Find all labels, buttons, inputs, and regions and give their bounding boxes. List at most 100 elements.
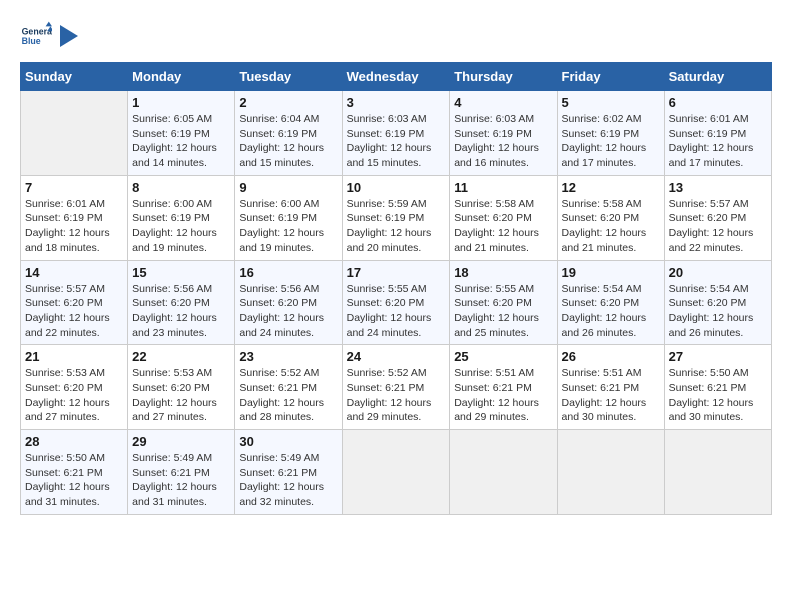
calendar-cell: 12 Sunrise: 5:58 AM Sunset: 6:20 PM Dayli… bbox=[557, 175, 664, 260]
day-number: 30 bbox=[239, 434, 337, 449]
calendar-cell: 25Sunrise: 5:51 AM Sunset: 6:21 PM Dayli… bbox=[450, 345, 557, 430]
calendar-week-row: 14 Sunrise: 5:57 AM Sunset: 6:20 PM Dayli… bbox=[21, 260, 772, 345]
calendar-cell bbox=[342, 430, 450, 515]
calendar-cell: 23 Sunrise: 5:52 AM Sunset: 6:21 PM Dayli… bbox=[235, 345, 342, 430]
day-info: Sunrise: 5:51 AM Sunset: 6:21 PM Dayligh… bbox=[562, 366, 660, 425]
calendar-cell: 19 Sunrise: 5:54 AM Sunset: 6:20 PM Dayli… bbox=[557, 260, 664, 345]
day-number: 2 bbox=[239, 95, 337, 110]
calendar-cell: 5 Sunrise: 6:02 AM Sunset: 6:19 PM Daylig… bbox=[557, 91, 664, 176]
day-info: Sunrise: 5:57 AM Sunset: 6:20 PM Dayligh… bbox=[25, 282, 123, 341]
calendar-week-row: 1Sunrise: 6:05 AM Sunset: 6:19 PM Daylig… bbox=[21, 91, 772, 176]
day-number: 17 bbox=[347, 265, 446, 280]
day-number: 15 bbox=[132, 265, 230, 280]
day-info: Sunrise: 5:52 AM Sunset: 6:21 PM Dayligh… bbox=[239, 366, 337, 425]
day-number: 13 bbox=[669, 180, 767, 195]
calendar-cell: 4Sunrise: 6:03 AM Sunset: 6:19 PM Daylig… bbox=[450, 91, 557, 176]
calendar-cell: 20 Sunrise: 5:54 AM Sunset: 6:20 PM Dayli… bbox=[664, 260, 771, 345]
weekday-header-monday: Monday bbox=[128, 63, 235, 91]
calendar-cell: 13 Sunrise: 5:57 AM Sunset: 6:20 PM Dayli… bbox=[664, 175, 771, 260]
day-info: Sunrise: 5:51 AM Sunset: 6:21 PM Dayligh… bbox=[454, 366, 552, 425]
day-info: Sunrise: 6:03 AM Sunset: 6:19 PM Dayligh… bbox=[347, 112, 446, 171]
day-number: 23 bbox=[239, 349, 337, 364]
weekday-header-sunday: Sunday bbox=[21, 63, 128, 91]
calendar-cell: 28 Sunrise: 5:50 AM Sunset: 6:21 PM Dayli… bbox=[21, 430, 128, 515]
calendar-cell: 6 Sunrise: 6:01 AM Sunset: 6:19 PM Daylig… bbox=[664, 91, 771, 176]
calendar-cell: 18 Sunrise: 5:55 AM Sunset: 6:20 PM Dayli… bbox=[450, 260, 557, 345]
day-number: 19 bbox=[562, 265, 660, 280]
day-number: 12 bbox=[562, 180, 660, 195]
day-number: 9 bbox=[239, 180, 337, 195]
day-number: 24 bbox=[347, 349, 446, 364]
day-info: Sunrise: 5:59 AM Sunset: 6:19 PM Dayligh… bbox=[347, 197, 446, 256]
day-number: 22 bbox=[132, 349, 230, 364]
logo-icon: General Blue bbox=[20, 20, 52, 52]
calendar-header-row: SundayMondayTuesdayWednesdayThursdayFrid… bbox=[21, 63, 772, 91]
day-number: 21 bbox=[25, 349, 123, 364]
day-info: Sunrise: 6:03 AM Sunset: 6:19 PM Dayligh… bbox=[454, 112, 552, 171]
calendar-cell bbox=[450, 430, 557, 515]
calendar-week-row: 28 Sunrise: 5:50 AM Sunset: 6:21 PM Dayli… bbox=[21, 430, 772, 515]
calendar-cell: 14 Sunrise: 5:57 AM Sunset: 6:20 PM Dayli… bbox=[21, 260, 128, 345]
day-info: Sunrise: 5:54 AM Sunset: 6:20 PM Dayligh… bbox=[669, 282, 767, 341]
day-number: 27 bbox=[669, 349, 767, 364]
day-info: Sunrise: 5:55 AM Sunset: 6:20 PM Dayligh… bbox=[347, 282, 446, 341]
day-number: 7 bbox=[25, 180, 123, 195]
weekday-header-thursday: Thursday bbox=[450, 63, 557, 91]
calendar-cell: 26 Sunrise: 5:51 AM Sunset: 6:21 PM Dayli… bbox=[557, 345, 664, 430]
day-info: Sunrise: 5:52 AM Sunset: 6:21 PM Dayligh… bbox=[347, 366, 446, 425]
day-info: Sunrise: 6:02 AM Sunset: 6:19 PM Dayligh… bbox=[562, 112, 660, 171]
day-info: Sunrise: 5:57 AM Sunset: 6:20 PM Dayligh… bbox=[669, 197, 767, 256]
day-info: Sunrise: 5:56 AM Sunset: 6:20 PM Dayligh… bbox=[132, 282, 230, 341]
calendar-cell: 7 Sunrise: 6:01 AM Sunset: 6:19 PM Daylig… bbox=[21, 175, 128, 260]
day-info: Sunrise: 6:01 AM Sunset: 6:19 PM Dayligh… bbox=[669, 112, 767, 171]
day-number: 26 bbox=[562, 349, 660, 364]
weekday-header-tuesday: Tuesday bbox=[235, 63, 342, 91]
calendar-cell bbox=[664, 430, 771, 515]
svg-text:Blue: Blue bbox=[22, 36, 41, 46]
day-number: 28 bbox=[25, 434, 123, 449]
day-info: Sunrise: 5:50 AM Sunset: 6:21 PM Dayligh… bbox=[669, 366, 767, 425]
day-number: 8 bbox=[132, 180, 230, 195]
day-number: 16 bbox=[239, 265, 337, 280]
weekday-header-saturday: Saturday bbox=[664, 63, 771, 91]
calendar-cell: 30 Sunrise: 5:49 AM Sunset: 6:21 PM Dayli… bbox=[235, 430, 342, 515]
day-number: 29 bbox=[132, 434, 230, 449]
logo: General Blue bbox=[20, 20, 78, 52]
day-info: Sunrise: 5:49 AM Sunset: 6:21 PM Dayligh… bbox=[239, 451, 337, 510]
calendar-table: SundayMondayTuesdayWednesdayThursdayFrid… bbox=[20, 62, 772, 515]
day-info: Sunrise: 5:54 AM Sunset: 6:20 PM Dayligh… bbox=[562, 282, 660, 341]
day-info: Sunrise: 6:00 AM Sunset: 6:19 PM Dayligh… bbox=[239, 197, 337, 256]
calendar-body: 1Sunrise: 6:05 AM Sunset: 6:19 PM Daylig… bbox=[21, 91, 772, 515]
day-info: Sunrise: 5:53 AM Sunset: 6:20 PM Dayligh… bbox=[25, 366, 123, 425]
calendar-cell: 24 Sunrise: 5:52 AM Sunset: 6:21 PM Dayli… bbox=[342, 345, 450, 430]
day-info: Sunrise: 6:01 AM Sunset: 6:19 PM Dayligh… bbox=[25, 197, 123, 256]
day-number: 10 bbox=[347, 180, 446, 195]
calendar-cell: 10 Sunrise: 5:59 AM Sunset: 6:19 PM Dayli… bbox=[342, 175, 450, 260]
day-number: 18 bbox=[454, 265, 552, 280]
calendar-cell: 11Sunrise: 5:58 AM Sunset: 6:20 PM Dayli… bbox=[450, 175, 557, 260]
day-info: Sunrise: 5:53 AM Sunset: 6:20 PM Dayligh… bbox=[132, 366, 230, 425]
weekday-header-wednesday: Wednesday bbox=[342, 63, 450, 91]
calendar-cell bbox=[557, 430, 664, 515]
calendar-week-row: 7 Sunrise: 6:01 AM Sunset: 6:19 PM Daylig… bbox=[21, 175, 772, 260]
day-info: Sunrise: 5:58 AM Sunset: 6:20 PM Dayligh… bbox=[562, 197, 660, 256]
day-number: 14 bbox=[25, 265, 123, 280]
day-number: 3 bbox=[347, 95, 446, 110]
calendar-cell: 16Sunrise: 5:56 AM Sunset: 6:20 PM Dayli… bbox=[235, 260, 342, 345]
calendar-cell: 27 Sunrise: 5:50 AM Sunset: 6:21 PM Dayli… bbox=[664, 345, 771, 430]
calendar-cell: 29Sunrise: 5:49 AM Sunset: 6:21 PM Dayli… bbox=[128, 430, 235, 515]
svg-text:General: General bbox=[22, 26, 52, 36]
calendar-cell bbox=[21, 91, 128, 176]
day-info: Sunrise: 5:50 AM Sunset: 6:21 PM Dayligh… bbox=[25, 451, 123, 510]
calendar-cell: 9 Sunrise: 6:00 AM Sunset: 6:19 PM Daylig… bbox=[235, 175, 342, 260]
day-number: 6 bbox=[669, 95, 767, 110]
day-number: 20 bbox=[669, 265, 767, 280]
day-info: Sunrise: 6:04 AM Sunset: 6:19 PM Dayligh… bbox=[239, 112, 337, 171]
calendar-cell: 21 Sunrise: 5:53 AM Sunset: 6:20 PM Dayli… bbox=[21, 345, 128, 430]
logo-arrow-icon bbox=[60, 25, 78, 47]
calendar-cell: 1Sunrise: 6:05 AM Sunset: 6:19 PM Daylig… bbox=[128, 91, 235, 176]
day-info: Sunrise: 6:05 AM Sunset: 6:19 PM Dayligh… bbox=[132, 112, 230, 171]
calendar-cell: 17 Sunrise: 5:55 AM Sunset: 6:20 PM Dayli… bbox=[342, 260, 450, 345]
day-info: Sunrise: 5:55 AM Sunset: 6:20 PM Dayligh… bbox=[454, 282, 552, 341]
day-number: 5 bbox=[562, 95, 660, 110]
